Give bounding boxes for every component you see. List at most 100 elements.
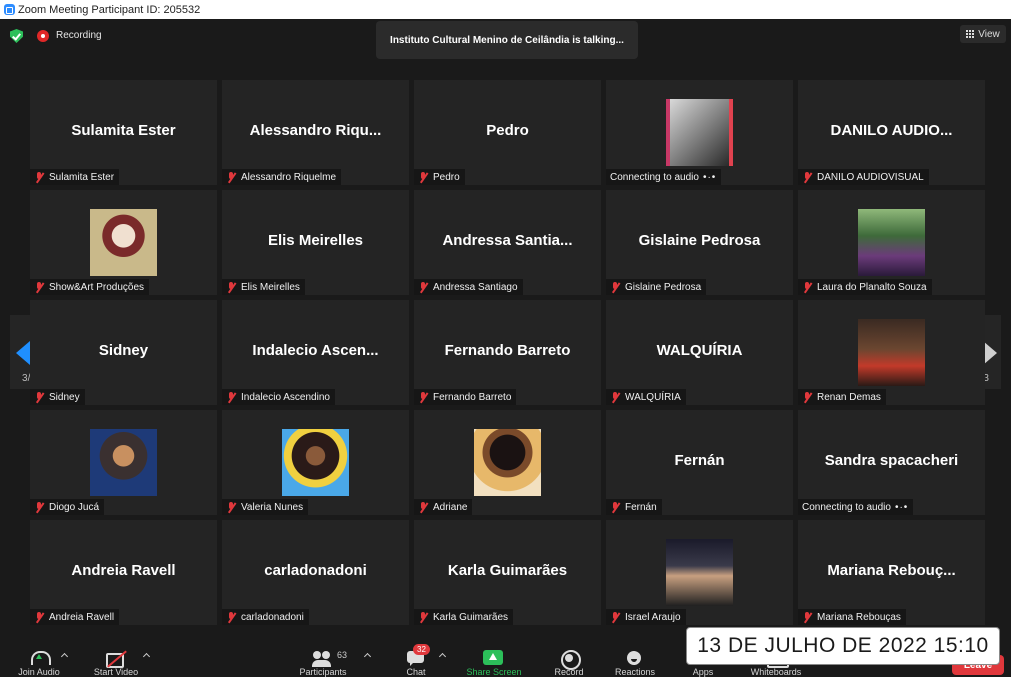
participant-name-label: Fernán [606, 499, 662, 515]
mic-muted-icon [34, 391, 44, 403]
chat-label: Chat [406, 667, 426, 677]
participants-count: 63 [337, 650, 348, 660]
participant-name-text: Renan Demas [817, 391, 881, 403]
participant-name-label: WALQUÍRIA [606, 389, 686, 405]
share-screen-button[interactable]: Share Screen [460, 636, 528, 677]
date-time-overlay: 13 DE JULHO DE 2022 15:10 [686, 627, 1000, 665]
participant-tile[interactable]: Mariana Rebouç... Mariana Rebouças [798, 520, 985, 625]
participant-name-text: Mariana Rebouças [817, 611, 901, 623]
record-button[interactable]: Record [548, 636, 590, 677]
participants-options-caret-icon[interactable] [363, 652, 372, 661]
share-screen-icon [483, 647, 505, 665]
mic-muted-icon [610, 281, 620, 293]
mic-muted-icon [802, 171, 812, 183]
participant-name-text: Show&Art Produções [49, 281, 145, 293]
participant-avatar [666, 99, 733, 166]
mic-muted-icon [418, 391, 428, 403]
headphones-icon [28, 647, 51, 665]
participant-tile[interactable]: Laura do Planalto Souza [798, 190, 985, 295]
video-options-caret-icon[interactable] [142, 652, 151, 661]
mic-muted-icon [226, 501, 236, 513]
participant-tile[interactable]: Sandra spacacheri Connecting to audio •·• [798, 410, 985, 515]
mic-muted-icon [34, 171, 44, 183]
participant-tile[interactable]: Renan Demas [798, 300, 985, 405]
participant-display-name: Indalecio Ascen... [252, 341, 379, 359]
recording-icon[interactable] [37, 30, 49, 42]
participant-tile[interactable]: Elis Meirelles Elis Meirelles [222, 190, 409, 295]
participant-name-label: Andressa Santiago [414, 279, 523, 295]
participant-display-name: Elis Meirelles [267, 231, 364, 249]
mic-muted-icon [418, 501, 428, 513]
participant-tile[interactable]: Diogo Jucá [30, 410, 217, 515]
record-icon [558, 647, 581, 670]
mic-muted-icon [802, 281, 812, 293]
participant-tile[interactable]: Andreia Ravell Andreia Ravell [30, 520, 217, 625]
view-button[interactable]: View [960, 25, 1006, 43]
participant-display-name: Sulamita Ester [71, 121, 176, 139]
participant-name-label: Sulamita Ester [30, 169, 120, 185]
participant-name-label: Pedro [414, 169, 465, 185]
join-audio-label: Join Audio [18, 667, 60, 677]
reactions-label: Reactions [614, 667, 656, 677]
connecting-dots-icon: •·• [894, 501, 909, 513]
shield-check-icon[interactable] [10, 29, 23, 43]
participant-tile[interactable]: Sulamita Ester Sulamita Ester [30, 80, 217, 185]
mic-muted-icon [802, 391, 812, 403]
participant-display-name: carladonadoni [264, 561, 367, 579]
mic-muted-icon [610, 391, 620, 403]
participant-tile[interactable]: Fernán Fernán [606, 410, 793, 515]
participant-tile[interactable]: Fernando Barreto Fernando Barreto [414, 300, 601, 405]
share-screen-label: Share Screen [466, 667, 522, 677]
participant-tile[interactable]: DANILO AUDIO... DANILO AUDIOVISUAL [798, 80, 985, 185]
participant-tile[interactable]: Andressa Santia... Andressa Santiago [414, 190, 601, 295]
participant-tile[interactable]: Sidney Sidney [30, 300, 217, 405]
participant-name-text: Karla Guimarães [433, 611, 509, 623]
participants-label: Participants [299, 667, 347, 677]
participant-name-label: Alessandro Riquelme [222, 169, 342, 185]
participant-tile[interactable]: Israel Araujo [606, 520, 793, 625]
mic-muted-icon [226, 391, 236, 403]
participant-display-name: WALQUÍRIA [656, 341, 743, 359]
participant-tile[interactable]: Gislaine Pedrosa Gislaine Pedrosa [606, 190, 793, 295]
title-bar: Zoom Meeting Participant ID: 205532 [0, 0, 1011, 19]
participant-name-label: Mariana Rebouças [798, 609, 906, 625]
chevron-right-icon [983, 341, 997, 365]
participant-display-name: Sandra spacacheri [824, 451, 959, 469]
participant-tile[interactable]: Alessandro Riqu... Alessandro Riquelme [222, 80, 409, 185]
participant-name-label: Indalecio Ascendino [222, 389, 335, 405]
participant-tile[interactable]: carladonadoni carladonadoni [222, 520, 409, 625]
zoom-logo-icon [4, 4, 15, 15]
participant-tile[interactable]: Adriane [414, 410, 601, 515]
participant-tile[interactable]: Show&Art Produções [30, 190, 217, 295]
chevron-left-icon [16, 341, 30, 365]
participant-name-label: Fernando Barreto [414, 389, 517, 405]
participant-name-text: WALQUÍRIA [625, 391, 681, 403]
zoom-meeting-window: Zoom Meeting Participant ID: 205532 Reco… [0, 0, 1011, 677]
participant-name-text: Fernando Barreto [433, 391, 512, 403]
participant-name-text: Israel Araujo [625, 611, 681, 623]
participant-name-label: Renan Demas [798, 389, 886, 405]
participant-avatar [90, 429, 157, 496]
participant-name-text: Alessandro Riquelme [241, 171, 337, 183]
chat-button[interactable]: 32 Chat [400, 636, 432, 677]
participant-name-text: Connecting to audio [610, 171, 699, 183]
participant-name-text: Laura do Planalto Souza [817, 281, 927, 293]
start-video-button[interactable]: Start Video [88, 636, 144, 677]
participant-display-name: Karla Guimarães [447, 561, 568, 579]
participant-name-text: Elis Meirelles [241, 281, 300, 293]
participant-tile[interactable]: Karla Guimarães Karla Guimarães [414, 520, 601, 625]
participant-display-name: DANILO AUDIO... [830, 121, 953, 139]
participant-tile[interactable]: Indalecio Ascen... Indalecio Ascendino [222, 300, 409, 405]
participant-name-text: Sulamita Ester [49, 171, 115, 183]
join-audio-button[interactable]: Join Audio [14, 636, 64, 677]
participant-display-name: Mariana Rebouç... [827, 561, 956, 579]
participant-tile[interactable]: WALQUÍRIA WALQUÍRIA [606, 300, 793, 405]
participant-tile[interactable]: Pedro Pedro [414, 80, 601, 185]
participant-display-name: Andressa Santia... [442, 231, 573, 249]
participant-avatar [858, 319, 925, 386]
participant-display-name: Gislaine Pedrosa [638, 231, 761, 249]
participant-tile[interactable]: Valeria Nunes [222, 410, 409, 515]
participant-tile[interactable]: Connecting to audio •·• [606, 80, 793, 185]
chat-options-caret-icon[interactable] [438, 652, 447, 661]
reactions-button[interactable]: Reactions [610, 636, 660, 677]
